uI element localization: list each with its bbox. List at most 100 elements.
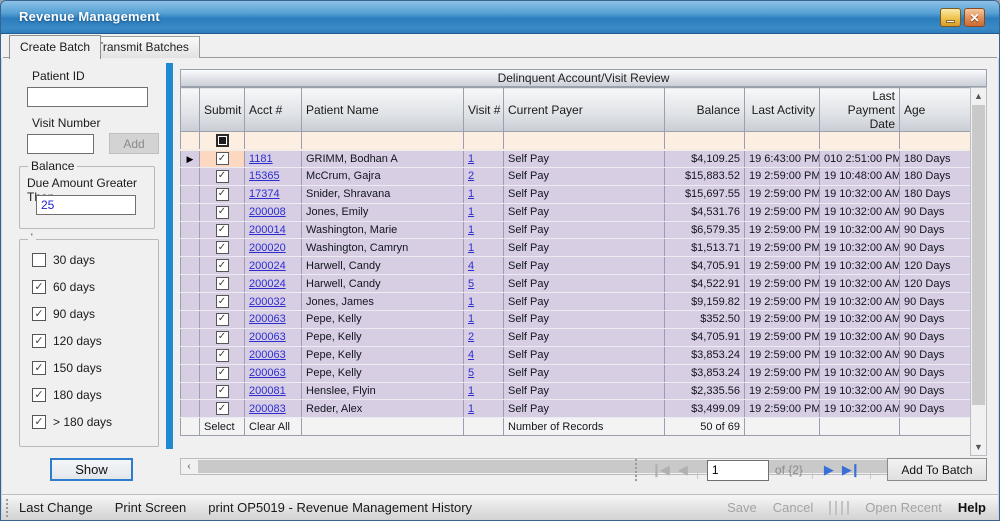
submit-checkbox[interactable]: ✓ xyxy=(216,224,229,237)
age-filter-checkbox[interactable]: ✓ xyxy=(32,334,46,348)
col-last-payment-date[interactable]: Last Payment Date xyxy=(820,88,900,132)
age-filter-item[interactable]: ✓> 180 days xyxy=(32,415,112,429)
col-visit[interactable]: Visit # xyxy=(464,88,504,132)
table-row[interactable]: ▶✓1181GRIMM, Bodhan A1Self Pay$4,109.251… xyxy=(181,150,971,168)
acct-link[interactable]: 17374 xyxy=(249,188,280,200)
submit-checkbox[interactable]: ✓ xyxy=(216,152,229,165)
age-filter-item[interactable]: ✓90 days xyxy=(32,307,95,321)
visit-link[interactable]: 1 xyxy=(468,313,474,325)
visit-link[interactable]: 4 xyxy=(468,349,474,361)
age-filter-checkbox[interactable]: ✓ xyxy=(32,307,46,321)
statusbar-item[interactable]: Print Screen xyxy=(115,500,187,515)
minimize-button[interactable] xyxy=(940,8,961,27)
vertical-scroll-thumb[interactable] xyxy=(972,105,985,405)
first-page-button[interactable]: ❙◀ xyxy=(649,462,670,478)
age-filter-checkbox[interactable]: ✓ xyxy=(32,280,46,294)
table-row[interactable]: ✓200081Henslee, Flyin1Self Pay$2,335.561… xyxy=(181,382,971,400)
submit-checkbox[interactable]: ✓ xyxy=(216,277,229,290)
visit-number-input[interactable] xyxy=(27,134,94,154)
acct-link[interactable]: 1181 xyxy=(249,153,273,165)
acct-link[interactable]: 200024 xyxy=(249,260,286,272)
submit-checkbox[interactable]: ✓ xyxy=(216,385,229,398)
help-button[interactable]: Help xyxy=(958,500,986,515)
acct-link[interactable]: 15365 xyxy=(249,170,280,182)
table-row[interactable]: ✓200063Pepe, Kelly2Self Pay$4,705.9119 2… xyxy=(181,328,971,346)
visit-link[interactable]: 1 xyxy=(468,242,474,254)
acct-link[interactable]: 200063 xyxy=(249,313,286,325)
submit-checkbox[interactable]: ✓ xyxy=(216,188,229,201)
acct-link[interactable]: 200014 xyxy=(249,224,286,236)
age-filter-checkbox[interactable]: ✓ xyxy=(32,388,46,402)
add-button[interactable]: Add xyxy=(109,133,159,154)
cancel-button[interactable]: Cancel xyxy=(773,500,813,515)
age-filter-item[interactable]: ✓180 days xyxy=(32,388,102,402)
vertical-scrollbar[interactable]: ▲ ▼ xyxy=(970,87,987,456)
table-row[interactable]: ✓200063Pepe, Kelly4Self Pay$3,853.2419 2… xyxy=(181,346,971,364)
table-row[interactable]: ✓200008Jones, Emily1Self Pay$4,531.7619 … xyxy=(181,203,971,221)
scroll-up-icon[interactable]: ▲ xyxy=(971,88,986,104)
col-balance[interactable]: Balance xyxy=(665,88,745,132)
visit-link[interactable]: 5 xyxy=(468,278,474,290)
acct-link[interactable]: 200081 xyxy=(249,385,286,397)
visit-link[interactable]: 1 xyxy=(468,188,474,200)
col-acct[interactable]: Acct # xyxy=(245,88,302,132)
age-filter-checkbox[interactable]: ✓ xyxy=(32,361,46,375)
last-page-button[interactable]: ▶❙ xyxy=(840,462,861,478)
tab-transmit-batches[interactable]: Transmit Batches xyxy=(85,36,200,58)
acct-link[interactable]: 200083 xyxy=(249,403,286,415)
clear-all-link[interactable]: Clear All xyxy=(245,418,302,436)
tab-create-batch[interactable]: Create Batch xyxy=(9,35,101,59)
show-button[interactable]: Show xyxy=(50,458,133,481)
table-row[interactable]: ✓200020Washington, Camryn1Self Pay$1,513… xyxy=(181,239,971,257)
submit-checkbox[interactable]: ✓ xyxy=(216,313,229,326)
visit-link[interactable]: 2 xyxy=(468,170,474,182)
age-filter-checkbox[interactable] xyxy=(32,253,46,267)
patient-id-input[interactable] xyxy=(27,87,148,107)
acct-link[interactable]: 200032 xyxy=(249,296,286,308)
submit-checkbox[interactable]: ✓ xyxy=(216,241,229,254)
col-submit[interactable]: Submit xyxy=(200,88,245,132)
col-current-payer[interactable]: Current Payer xyxy=(504,88,665,132)
acct-link[interactable]: 200008 xyxy=(249,206,286,218)
col-patient-name[interactable]: Patient Name xyxy=(302,88,464,132)
submit-checkbox[interactable]: ✓ xyxy=(216,170,229,183)
table-row[interactable]: ✓200063Pepe, Kelly5Self Pay$3,853.2419 2… xyxy=(181,364,971,382)
open-recent-button[interactable]: Open Recent xyxy=(865,500,942,515)
submit-checkbox[interactable]: ✓ xyxy=(216,295,229,308)
submit-checkbox[interactable]: ✓ xyxy=(216,331,229,344)
close-button[interactable]: ✕ xyxy=(964,8,985,27)
submit-checkbox[interactable]: ✓ xyxy=(216,367,229,380)
acct-link[interactable]: 200063 xyxy=(249,349,286,361)
due-amount-input[interactable] xyxy=(36,195,136,215)
table-row[interactable]: ✓200032Jones, James1Self Pay$9,159.8219 … xyxy=(181,293,971,311)
table-row[interactable]: ✓200014Washington, Marie1Self Pay$6,579.… xyxy=(181,221,971,239)
visit-link[interactable]: 5 xyxy=(468,367,474,379)
age-filter-checkbox[interactable]: ✓ xyxy=(32,415,46,429)
select-all-checkbox[interactable] xyxy=(216,134,229,147)
statusbar-item[interactable]: Last Change xyxy=(19,500,93,515)
select-link[interactable]: Select xyxy=(200,418,245,436)
add-to-batch-button[interactable]: Add To Batch xyxy=(887,458,987,481)
prev-page-button[interactable]: ◀ xyxy=(676,462,688,478)
age-filter-item[interactable]: ✓150 days xyxy=(32,361,102,375)
acct-link[interactable]: 200063 xyxy=(249,367,286,379)
visit-link[interactable]: 4 xyxy=(468,260,474,272)
acct-link[interactable]: 200063 xyxy=(249,331,286,343)
visit-link[interactable]: 1 xyxy=(468,224,474,236)
submit-checkbox[interactable]: ✓ xyxy=(216,259,229,272)
submit-checkbox[interactable]: ✓ xyxy=(216,402,229,415)
col-last-activity[interactable]: Last Activity xyxy=(745,88,820,132)
next-page-button[interactable]: ▶ xyxy=(822,462,834,478)
visit-link[interactable]: 1 xyxy=(468,296,474,308)
save-button[interactable]: Save xyxy=(727,500,757,515)
visit-link[interactable]: 2 xyxy=(468,331,474,343)
statusbar-item[interactable]: print OP5019 - Revenue Management Histor… xyxy=(208,500,472,515)
visit-link[interactable]: 1 xyxy=(468,153,474,165)
table-row[interactable]: ✓200083Reder, Alex1Self Pay$3,499.0919 2… xyxy=(181,400,971,418)
acct-link[interactable]: 200024 xyxy=(249,278,286,290)
col-age[interactable]: Age xyxy=(900,88,971,132)
visit-link[interactable]: 1 xyxy=(468,403,474,415)
scroll-down-icon[interactable]: ▼ xyxy=(971,439,986,455)
acct-link[interactable]: 200020 xyxy=(249,242,286,254)
table-row[interactable]: ✓200024Harwell, Candy4Self Pay$4,705.911… xyxy=(181,257,971,275)
